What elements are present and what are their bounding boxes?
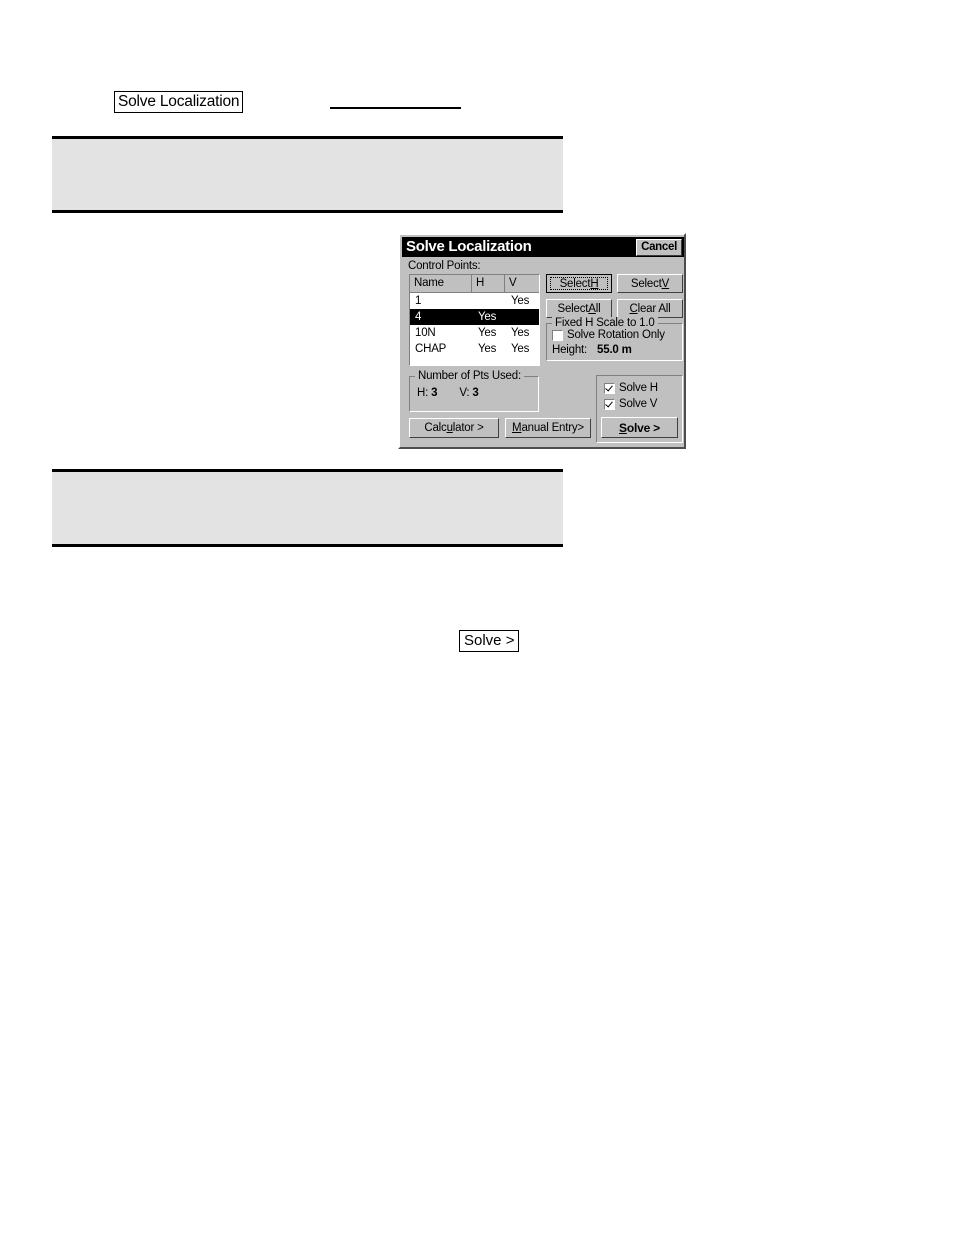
solve-v-label: Solve V (619, 398, 658, 410)
control-points-list[interactable]: Name H V 1 Yes 4 Yes 10N Yes Yes CHAP Ye… (409, 274, 540, 366)
solve-h-checkbox-row[interactable]: Solve H (604, 382, 658, 394)
calculator-button[interactable]: Calc u lator > (409, 418, 499, 438)
pts-v-value: 3 (472, 387, 479, 399)
select-h-button[interactable]: Select H (546, 274, 612, 293)
table-row[interactable]: CHAP Yes Yes (410, 341, 539, 357)
dialog-titlebar: Solve Localization Cancel (402, 237, 684, 257)
select-all-label-post: ll (595, 302, 601, 315)
cell-h: Yes (478, 342, 497, 355)
manual-entry-label-post: anual Entry> (521, 422, 584, 434)
solve-v-checkbox[interactable] (604, 398, 615, 410)
select-h-accel: H (590, 277, 599, 290)
solve-button[interactable]: Solve > (601, 417, 678, 438)
table-row[interactable]: 1 Yes (410, 293, 539, 309)
clear-all-button[interactable]: Clear All (617, 299, 683, 318)
solve-label-post: olve > (626, 420, 660, 435)
calculator-label-pre: Calc (424, 422, 447, 434)
cell-v: Yes (511, 294, 530, 307)
cell-h: Yes (478, 326, 497, 339)
height-value: 55.0 m (597, 344, 632, 356)
select-all-accel: A (588, 302, 596, 315)
cancel-button[interactable]: Cancel (636, 238, 682, 256)
cell-v: Yes (511, 326, 530, 339)
solve-accel: S (619, 420, 627, 435)
column-header-h[interactable]: H (472, 275, 505, 292)
solve-rotation-only-checkbox-row[interactable]: Solve Rotation Only (552, 329, 665, 341)
cell-name: 4 (415, 310, 422, 323)
page-heading-box: Solve Localization (114, 91, 244, 113)
height-row: Height: 55.0 m (552, 344, 632, 356)
redacted-text-block-1 (52, 136, 563, 213)
pts-h-label: H: (417, 387, 429, 399)
solve-v-checkbox-row[interactable]: Solve V (604, 398, 657, 410)
select-all-button[interactable]: Select All (546, 299, 612, 318)
solve-rotation-only-label: Solve Rotation Only (567, 329, 665, 341)
solve-rotation-only-checkbox[interactable] (552, 329, 563, 341)
solve-h-checkbox[interactable] (604, 382, 615, 394)
select-v-accel: V (661, 277, 670, 290)
fixed-h-scale-group-title: Fixed H Scale to 1.0 (552, 317, 658, 329)
table-row[interactable]: 10N Yes Yes (410, 325, 539, 341)
cell-h: Yes (478, 310, 497, 323)
page-horizontal-rule (330, 107, 461, 109)
solve-h-label: Solve H (619, 382, 658, 394)
column-header-name[interactable]: Name (410, 275, 472, 292)
dialog-title: Solve Localization (406, 238, 532, 255)
manual-entry-button[interactable]: Manual Entry> (505, 418, 591, 438)
cell-name: CHAP (415, 342, 447, 355)
control-points-header-row: Name H V (410, 275, 539, 293)
height-label: Height: (552, 344, 588, 356)
select-v-button[interactable]: Select V (617, 274, 683, 293)
calculator-label-post: lator > (452, 422, 484, 434)
pts-v-label: V: (459, 387, 470, 399)
manual-entry-accel: M (512, 422, 522, 434)
solve-localization-dialog: Solve Localization Cancel Control Points… (398, 233, 686, 449)
cell-name: 1 (415, 294, 422, 307)
select-h-button-inner: Select H (550, 277, 608, 290)
table-row[interactable]: 4 Yes (410, 309, 539, 325)
clear-all-label-post: lear All (637, 302, 671, 315)
select-all-label-pre: Select (557, 302, 589, 315)
pts-h-value: 3 (431, 387, 438, 399)
page-inline-solve-box: Solve > (459, 630, 520, 652)
number-of-pts-used-group-title: Number of Pts Used: (415, 370, 524, 382)
control-points-label: Control Points: (408, 260, 481, 272)
select-h-label-pre: Select (559, 277, 591, 290)
column-header-v[interactable]: V (505, 275, 538, 292)
redacted-text-block-2 (52, 469, 563, 547)
select-v-label-pre: Select (630, 277, 662, 290)
clear-all-accel: C (629, 302, 638, 315)
cell-name: 10N (415, 326, 436, 339)
pts-used-values: H: 3 V: 3 (417, 387, 479, 399)
cell-v: Yes (511, 342, 530, 355)
